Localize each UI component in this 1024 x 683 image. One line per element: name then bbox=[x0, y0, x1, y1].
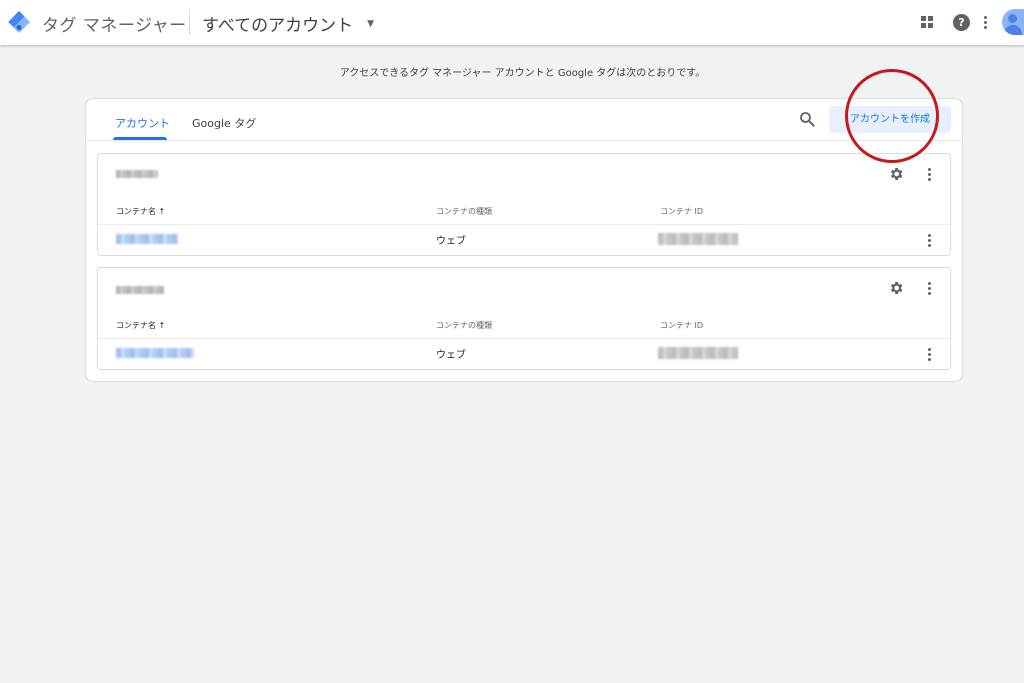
create-account-button[interactable]: アカウントを作成 bbox=[829, 106, 951, 133]
gear-icon[interactable] bbox=[888, 280, 904, 296]
active-tab-indicator bbox=[113, 137, 167, 140]
app-title: タグ マネージャー bbox=[42, 16, 187, 36]
column-header-container-type: コンテナの種類 bbox=[436, 321, 492, 330]
account-more-icon[interactable] bbox=[926, 168, 932, 181]
gear-icon[interactable] bbox=[888, 166, 904, 182]
column-header-container-name[interactable]: コンテナ名 ↑ bbox=[116, 206, 165, 217]
row-more-icon[interactable] bbox=[926, 234, 932, 247]
column-header-container-id: コンテナ ID bbox=[660, 321, 704, 330]
tag-manager-logo-icon[interactable] bbox=[7, 10, 31, 34]
column-header-container-id: コンテナ ID bbox=[660, 207, 704, 216]
header-divider bbox=[189, 9, 190, 35]
avatar[interactable] bbox=[1002, 9, 1024, 35]
top-actions: ? bbox=[921, 9, 1024, 35]
column-header-container-type: コンテナの種類 bbox=[436, 207, 492, 216]
more-vert-icon[interactable] bbox=[982, 15, 988, 29]
row-divider bbox=[98, 224, 950, 225]
account-card: コンテナ名 ↑ コンテナの種類 コンテナ ID ウェブ bbox=[97, 267, 951, 370]
column-header-container-name[interactable]: コンテナ名 ↑ bbox=[116, 320, 165, 331]
chevron-down-icon: ▼ bbox=[367, 18, 375, 29]
intro-text: アクセスできるタグ マネージャー アカウントと Google タグは次のとおりで… bbox=[339, 68, 706, 79]
row-more-icon[interactable] bbox=[926, 348, 932, 361]
apps-icon[interactable] bbox=[921, 16, 933, 28]
container-name-link-redacted[interactable] bbox=[116, 234, 178, 244]
container-type: ウェブ bbox=[436, 350, 466, 361]
container-name-link-redacted[interactable] bbox=[116, 348, 194, 358]
account-selector-label: すべてのアカウント bbox=[202, 16, 354, 36]
container-id-redacted bbox=[658, 233, 738, 245]
account-name-redacted[interactable] bbox=[116, 286, 164, 294]
help-icon[interactable]: ? bbox=[953, 13, 970, 31]
account-more-icon[interactable] bbox=[926, 282, 932, 295]
search-icon[interactable] bbox=[798, 110, 816, 128]
account-name-redacted[interactable] bbox=[116, 170, 158, 178]
account-selector[interactable]: すべてのアカウント ▼ bbox=[202, 11, 374, 36]
top-app-bar: タグ マネージャー すべてのアカウント ▼ ? bbox=[0, 0, 1024, 45]
tab-accounts[interactable]: アカウント bbox=[115, 115, 170, 131]
row-divider bbox=[98, 338, 950, 339]
account-card: コンテナ名 ↑ コンテナの種類 コンテナ ID ウェブ bbox=[97, 153, 951, 256]
container-type: ウェブ bbox=[436, 236, 466, 247]
accounts-panel: アカウント Google タグ アカウントを作成 コンテナ名 ↑ コンテナの種類… bbox=[85, 98, 963, 382]
tab-bar: アカウント Google タグ アカウントを作成 bbox=[86, 99, 962, 141]
tab-google-tags[interactable]: Google タグ bbox=[192, 115, 256, 131]
container-id-redacted bbox=[658, 347, 738, 359]
